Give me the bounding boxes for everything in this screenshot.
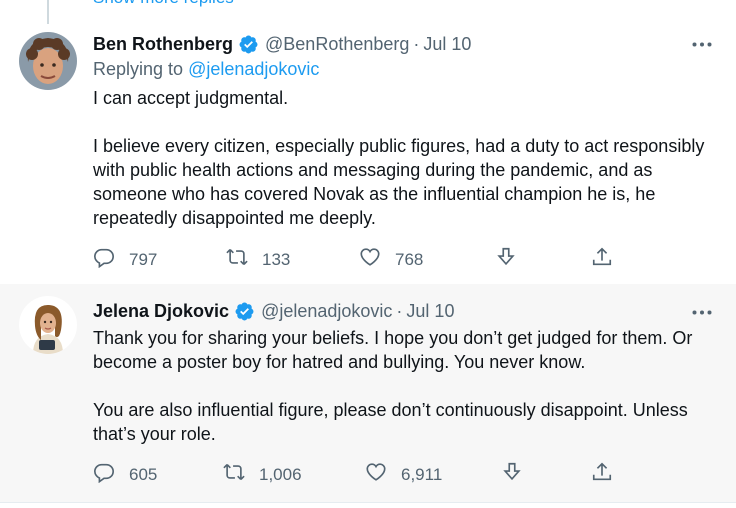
tweet-paragraph: Thank you for sharing your beliefs. I ho… [93,328,693,372]
like-count: 6,911 [401,464,443,484]
reply-button[interactable]: 797 [93,246,157,273]
retweet-count: 1,006 [259,464,302,484]
tweet-jelena-djokovic[interactable]: Jelena Djokovic @jelenadjokovic · Jul 10… [0,284,736,503]
like-button[interactable]: 768 [359,246,423,273]
reply-count: 605 [129,464,158,484]
like-button[interactable]: 6,911 [365,461,442,488]
tweet-paragraph: I believe every citizen, especially publ… [93,136,705,228]
verified-badge-icon [234,301,255,322]
download-icon [495,246,517,273]
retweet-button[interactable]: 133 [226,246,290,273]
author-handle[interactable]: @BenRothenberg [265,34,409,55]
thread-line-top [47,0,49,24]
reply-icon [93,246,115,273]
avatar-jelena-djokovic[interactable] [19,296,77,354]
like-heart-icon [359,246,381,273]
share-button[interactable] [591,246,613,273]
tweet-header: Ben Rothenberg @BenRothenberg · Jul 10 [93,34,471,55]
author-name[interactable]: Ben Rothenberg [93,34,233,55]
replying-to-label: Replying to [93,59,184,79]
author-handle[interactable]: @jelenadjokovic [261,301,392,322]
tweet-date[interactable]: Jul 10 [423,34,471,55]
reply-icon [93,461,115,488]
reply-count: 797 [129,249,158,269]
retweet-icon [223,461,245,488]
reply-button[interactable]: 605 [93,461,157,488]
share-icon [591,461,613,488]
replying-to-mention[interactable]: @jelenadjokovic [188,59,319,79]
download-icon [501,461,523,488]
tweet-text: Thank you for sharing your beliefs. I ho… [93,326,723,446]
tweet-ben-rothenberg[interactable]: Ben Rothenberg @BenRothenberg · Jul 10 R… [0,24,736,284]
like-heart-icon [365,461,387,488]
download-button[interactable] [501,461,523,488]
tweet-actions: 797 133 768 [93,246,633,272]
avatar-ben-rothenberg[interactable] [19,32,77,90]
share-icon [591,246,613,273]
tweet-actions: 605 1,006 6,911 [93,461,633,487]
replying-to: Replying to @jelenadjokovic [93,59,319,80]
like-count: 768 [395,249,424,269]
download-button[interactable] [495,246,517,273]
show-more-replies-link[interactable]: Show more replies [93,0,234,8]
verified-badge-icon [238,34,259,55]
tweet-paragraph: You are also influential figure, please … [93,400,688,444]
tweet-text: I can accept judgmental. I believe every… [93,86,723,230]
tweet-date[interactable]: Jul 10 [406,301,454,322]
retweet-button[interactable]: 1,006 [223,461,302,488]
tweet-header: Jelena Djokovic @jelenadjokovic · Jul 10 [93,301,454,322]
share-button[interactable] [591,461,613,488]
retweet-icon [226,246,248,273]
header-separator: · [413,34,420,54]
author-name[interactable]: Jelena Djokovic [93,301,229,322]
more-horizontal-icon[interactable] [690,34,714,54]
retweet-count: 133 [262,249,291,269]
more-horizontal-icon[interactable] [690,302,714,322]
tweet-paragraph: I can accept judgmental. [93,88,289,108]
header-separator: · [396,301,403,321]
